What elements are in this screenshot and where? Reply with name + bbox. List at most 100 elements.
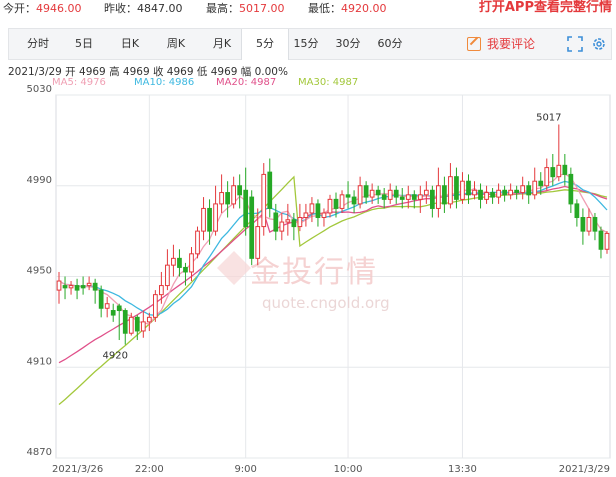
candle-body: [80, 285, 86, 289]
y-tick-label: 4870: [27, 447, 52, 458]
candle-body: [508, 189, 514, 196]
candle-body: [177, 257, 182, 268]
candle-body: [568, 173, 574, 205]
candle-body: [405, 194, 411, 200]
candle-body: [592, 217, 598, 232]
candle-body: [213, 203, 218, 232]
kline-chart[interactable]: 4870 4910 4950 4990 5030 2021/3/26 22:00 9:00 10…: [0, 0, 616, 477]
candle-body: [249, 196, 255, 259]
x-tick-label: 9:00: [234, 464, 256, 475]
candle-body: [466, 180, 471, 196]
candle-body: [387, 189, 393, 200]
candle-body: [110, 310, 116, 316]
candle-body: [243, 189, 249, 228]
candle-body: [183, 266, 188, 273]
y-tick-label: 5030: [27, 84, 52, 95]
candle-body: [351, 196, 357, 205]
price-annotation: 5017: [536, 112, 561, 123]
candle-body: [74, 285, 80, 291]
x-tick-label: 22:00: [135, 464, 164, 475]
candle-body: [598, 230, 604, 250]
y-tick-label: 4910: [27, 356, 52, 367]
candle-body: [128, 316, 134, 334]
candle-body: [140, 321, 146, 332]
x-tick-label: 2021/3/29: [559, 464, 610, 475]
candle-body: [134, 316, 140, 332]
candle-body: [171, 257, 176, 266]
candle-body: [273, 212, 279, 232]
candle-body: [333, 198, 339, 209]
candle-body: [104, 303, 110, 309]
candle-body: [520, 185, 526, 194]
candle-body: [92, 282, 98, 291]
price-annotation: 4920: [103, 351, 128, 362]
candle-body: [556, 164, 562, 178]
candle-body: [532, 180, 538, 196]
candle-body: [225, 192, 230, 205]
candle-body: [472, 189, 477, 196]
candle-body: [454, 176, 459, 200]
watermark-url: quote.cngold.org: [262, 294, 390, 312]
y-tick-label: 4950: [27, 266, 52, 277]
candle-body: [574, 203, 580, 219]
candle-body: [580, 217, 586, 232]
candle-body: [550, 167, 556, 178]
candle-body: [562, 164, 568, 175]
candle-body: [417, 194, 423, 200]
candle-body: [586, 217, 592, 232]
candle-body: [86, 282, 92, 287]
candle-body: [201, 207, 206, 232]
candle-body: [159, 285, 164, 296]
candle-body: [237, 185, 243, 196]
candle-body: [189, 253, 194, 273]
candle-body: [98, 289, 104, 309]
candle-body: [261, 173, 267, 228]
candle-body: [152, 294, 158, 318]
candle-body: [195, 230, 200, 255]
candle-body: [544, 167, 550, 187]
candle-body: [363, 185, 369, 198]
ma30-line: [58, 175, 608, 405]
candle-body: [436, 185, 441, 209]
candle-body: [375, 189, 381, 196]
candle-body: [357, 185, 363, 205]
candle-body: [146, 316, 152, 323]
watermark-title: 金投行情: [250, 255, 378, 290]
candle-body: [219, 192, 224, 205]
candle-body: [68, 285, 74, 289]
candle-body: [303, 212, 309, 219]
candle-body: [496, 189, 501, 198]
x-tick-label: 2021/3/26: [52, 464, 103, 475]
candle-body: [279, 221, 285, 232]
candle-body: [315, 203, 321, 219]
candle-body: [231, 185, 237, 205]
candle-body: [604, 232, 610, 250]
candle-body: [122, 310, 128, 334]
candle-body: [460, 180, 465, 200]
candle-body: [478, 189, 483, 200]
candle-body: [369, 189, 375, 198]
candle-body: [285, 219, 291, 223]
candle-body: [423, 189, 429, 196]
candle-body: [207, 207, 212, 232]
candle-body: [339, 194, 345, 209]
candle-body: [448, 176, 453, 205]
candle-body: [381, 194, 387, 200]
candle-body: [327, 198, 333, 214]
candle-body: [538, 180, 544, 187]
candle-body: [56, 280, 62, 291]
candle-body: [429, 189, 435, 209]
candle-body: [297, 217, 303, 228]
candle-body: [514, 189, 520, 194]
candle-body: [345, 194, 351, 198]
candle-body: [411, 194, 417, 200]
candle-body: [321, 212, 327, 219]
candle-body: [399, 196, 405, 200]
candle-body: [393, 189, 399, 198]
candle-body: [255, 226, 261, 259]
candle-body: [116, 305, 122, 312]
candle-body: [62, 285, 68, 289]
x-tick-label: 10:00: [334, 464, 363, 475]
candle-body: [490, 192, 495, 198]
x-tick-label: 13:30: [448, 464, 477, 475]
